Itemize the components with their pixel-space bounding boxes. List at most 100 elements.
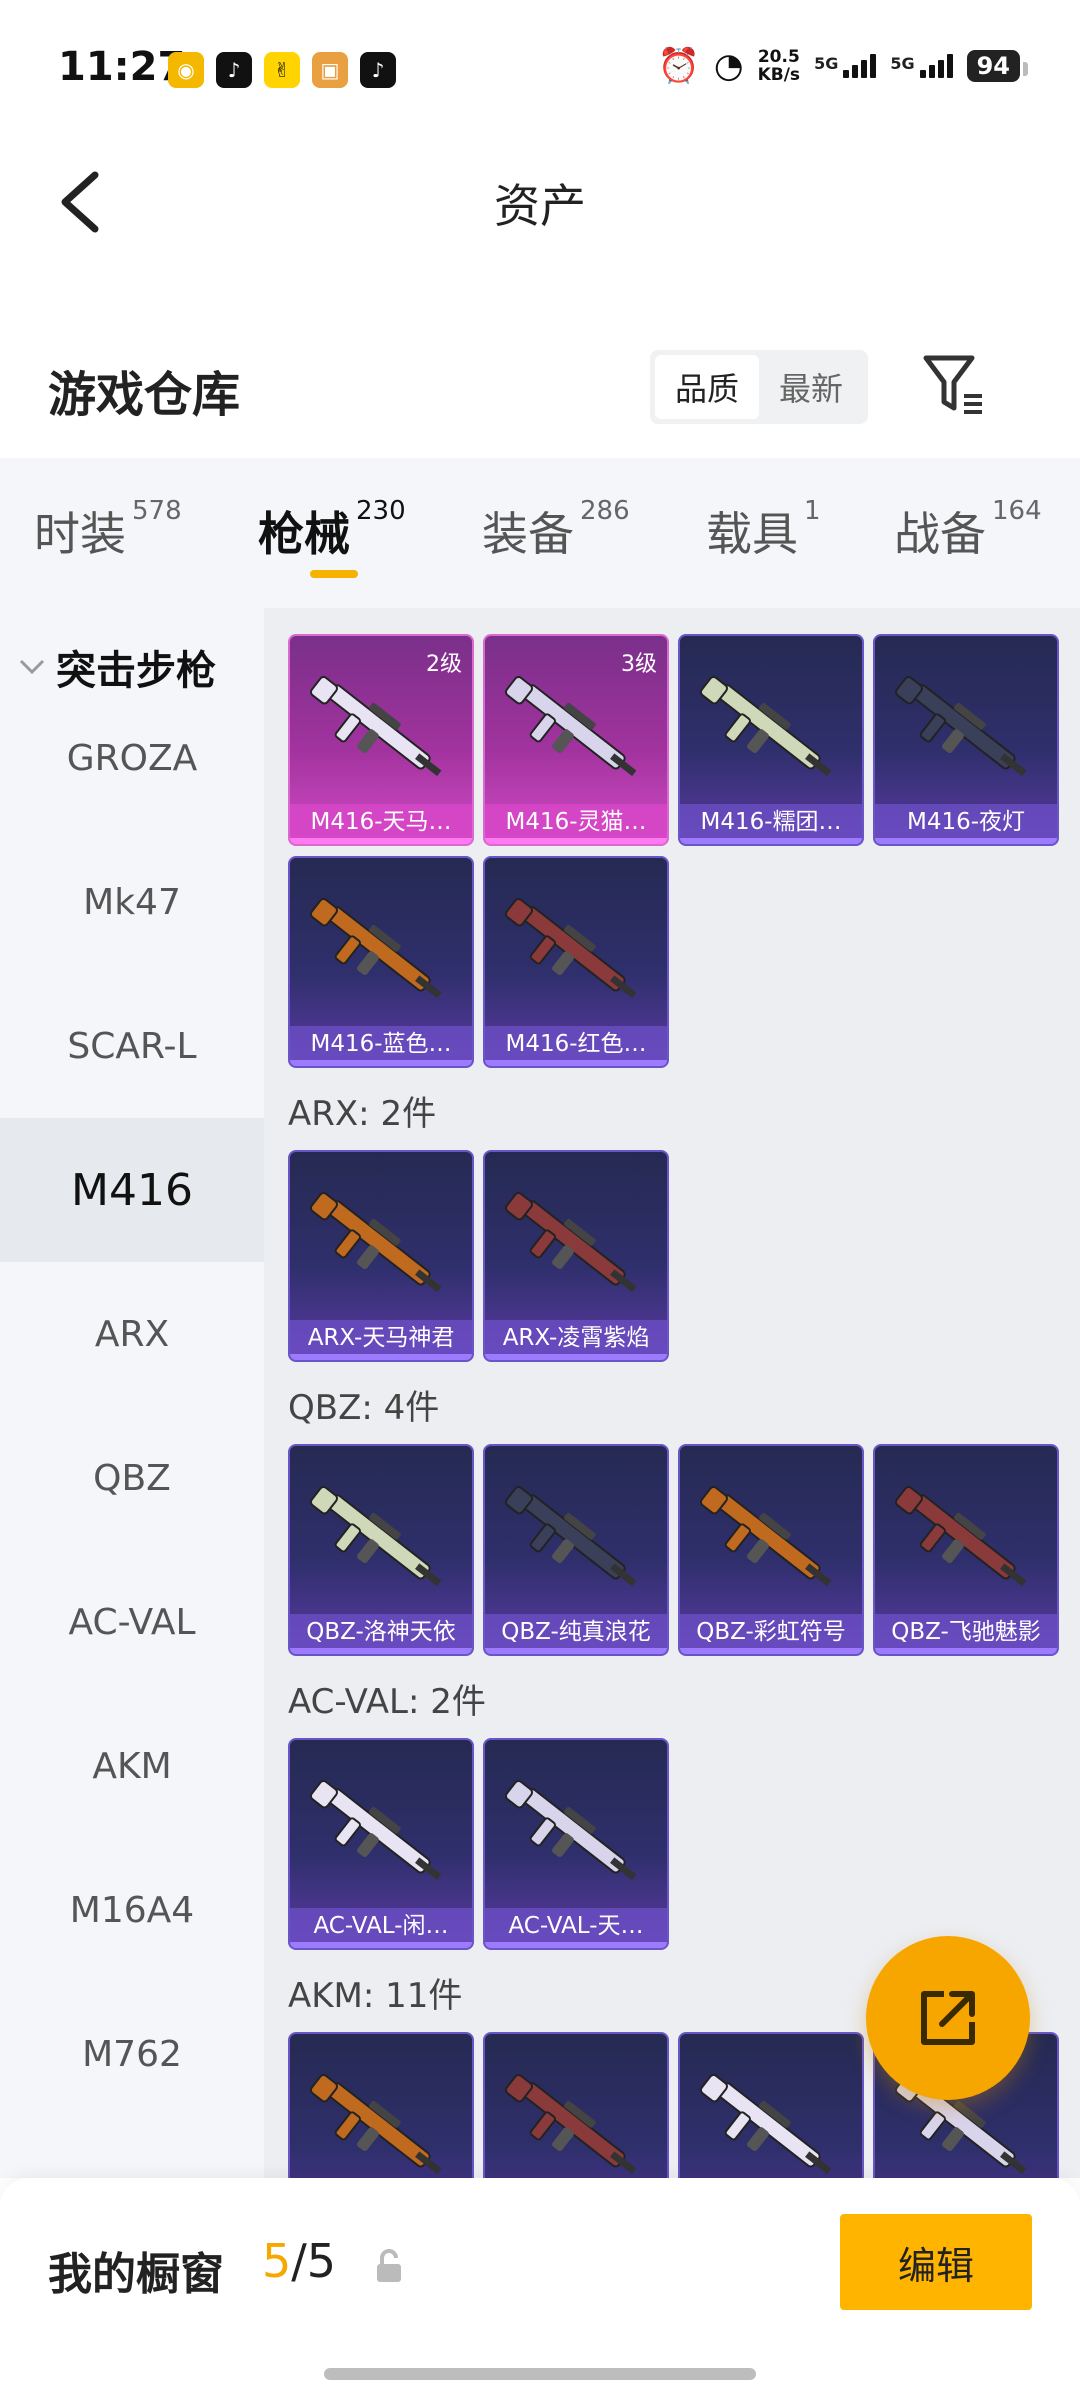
tab-label: 时装 <box>34 507 126 561</box>
net-type-1: 5G <box>814 54 839 73</box>
sidebar-item-arx[interactable]: ARX <box>0 1262 264 1406</box>
status-time: 11:27 <box>58 44 186 90</box>
level-badge: 3级 <box>621 652 657 677</box>
notification-icons: ◉ ♪ ✌ ▣ ♪ <box>168 52 396 88</box>
signal-icon-1: 5G <box>814 54 877 78</box>
speedometer-icon: ◔ <box>713 46 744 86</box>
weapon-skin-image <box>504 1192 637 1293</box>
rarity-line <box>290 838 472 844</box>
sidebar-item-qbz[interactable]: QBZ <box>0 1406 264 1550</box>
weapon-name: QBZ-纯真浪花 <box>501 1619 651 1645</box>
tab-count: 230 <box>356 496 406 526</box>
rarity-line <box>290 1060 472 1066</box>
weapon-card[interactable]: QBZ-洛神天依 <box>288 1444 474 1656</box>
sidebar-item-m762[interactable]: M762 <box>0 1982 264 2126</box>
sort-quality-button[interactable]: 品质 <box>655 355 759 419</box>
sort-newest-button[interactable]: 最新 <box>759 355 863 419</box>
active-tab-indicator <box>310 570 358 578</box>
sidebar-item-ac-val[interactable]: AC-VAL <box>0 1550 264 1694</box>
warehouse-title: 游戏仓库 <box>48 367 241 423</box>
signal-icon-2: 5G <box>890 54 953 78</box>
tab-count: 164 <box>992 496 1042 526</box>
edit-button[interactable]: 编辑 <box>840 2214 1032 2310</box>
sidebar-item-akm[interactable]: AKM <box>0 1694 264 1838</box>
weapon-card[interactable]: QBZ-飞驰魅影 <box>873 1444 1059 1656</box>
weapon-skin-image <box>699 676 832 777</box>
rabbit-app-icon: ✌ <box>264 52 300 88</box>
section-title: ARX: 2件 <box>288 1094 437 1134</box>
weapon-card[interactable] <box>288 2032 474 2178</box>
sidebar-item-m416[interactable]: M416 <box>0 1118 264 1262</box>
weapon-skin-image <box>699 1486 832 1587</box>
sidebar-item-mk47[interactable]: Mk47 <box>0 830 264 974</box>
weapon-skin-image <box>309 1192 442 1293</box>
weapon-name: M416-天马… <box>310 809 452 835</box>
showcase-count: 5/5 <box>262 2234 336 2288</box>
weapon-card[interactable]: AC-VAL-闲… <box>288 1738 474 1950</box>
weapon-card[interactable]: ARX-凌霄紫焰 <box>483 1150 669 1362</box>
net-type-2: 5G <box>890 54 915 73</box>
showcase-total: 5 <box>306 2234 337 2288</box>
weapon-skin-image <box>894 676 1027 777</box>
tab-fashion[interactable]: 时装 578 <box>34 496 182 564</box>
speed-unit: KB/s <box>757 65 801 85</box>
rarity-line <box>875 838 1057 844</box>
sort-toggle: 品质 最新 <box>650 350 868 424</box>
tab-count: 1 <box>804 496 821 526</box>
weapon-skin-image <box>504 676 637 777</box>
speed-value: 20.5 <box>757 47 800 67</box>
weapon-card[interactable]: 2级 M416-天马… <box>288 634 474 846</box>
weapon-card[interactable]: M416-糯团… <box>678 634 864 846</box>
tab-equipment[interactable]: 装备 286 <box>482 496 630 564</box>
weapon-card[interactable]: AC-VAL-天… <box>483 1738 669 1950</box>
weapon-card[interactable]: QBZ-彩虹符号 <box>678 1444 864 1656</box>
share-button[interactable] <box>866 1936 1030 2100</box>
rarity-line <box>485 1354 667 1360</box>
game-app-icon: ▣ <box>312 52 348 88</box>
sidebar-item-groza[interactable]: GROZA <box>0 686 264 830</box>
weapon-card[interactable]: ARX-天马神君 <box>288 1150 474 1362</box>
weapon-card[interactable]: M416-蓝色… <box>288 856 474 1068</box>
weapon-card[interactable]: M416-夜灯 <box>873 634 1059 846</box>
rarity-line <box>485 1060 667 1066</box>
weapon-card[interactable]: 3级 M416-灵猫… <box>483 634 669 846</box>
tiktok-icon-2: ♪ <box>360 52 396 88</box>
section-title: QBZ: 4件 <box>288 1388 440 1428</box>
lock-icon <box>374 2248 404 2284</box>
weapon-name: M416-夜灯 <box>906 809 1026 835</box>
weapon-skin-image <box>504 898 637 999</box>
battery-icon: 94 <box>966 50 1029 82</box>
tab-combat-gear[interactable]: 战备 164 <box>894 496 1042 564</box>
network-speed: 20.5 KB/s <box>758 48 800 84</box>
alarm-icon: ⏰ <box>657 46 700 86</box>
weapon-skin-image <box>309 676 442 777</box>
sidebar-item-scar-l[interactable]: SCAR-L <box>0 974 264 1118</box>
showcase-bar: 我的橱窗 5/5 编辑 <box>0 2178 1080 2400</box>
weapon-card[interactable] <box>678 2032 864 2178</box>
weapon-card[interactable] <box>483 2032 669 2178</box>
weapon-skin-image <box>504 2074 637 2175</box>
level-badge: 2级 <box>426 652 462 677</box>
sidebar-item-m16a4[interactable]: M16A4 <box>0 1838 264 1982</box>
rarity-line <box>290 1942 472 1948</box>
status-bar: 11:27 ◉ ♪ ✌ ▣ ♪ ⏰ ◔ 20.5 KB/s 5G 5G 94 <box>0 0 1080 140</box>
weapon-name: QBZ-飞驰魅影 <box>891 1619 1041 1645</box>
showcase-label: 我的橱窗 <box>48 2249 224 2300</box>
tab-label: 装备 <box>482 507 574 561</box>
weapon-skin-image <box>309 1780 442 1881</box>
filter-icon[interactable] <box>920 350 990 420</box>
tab-firearms[interactable]: 枪械 230 <box>258 496 406 564</box>
weapon-name: QBZ-洛神天依 <box>306 1619 456 1645</box>
rarity-line <box>680 838 862 844</box>
weapon-skin-image <box>309 2074 442 2175</box>
weapon-card[interactable]: QBZ-纯真浪花 <box>483 1444 669 1656</box>
weapon-skin-image <box>699 2074 832 2175</box>
weapon-type-sidebar: 突击步枪 GROZA Mk47 SCAR-L M416 ARX QBZ AC-VAL AKM M… <box>0 608 264 2178</box>
weapon-card[interactable]: M416-红色… <box>483 856 669 1068</box>
rarity-line <box>485 1942 667 1948</box>
category-tabs: 时装 578 枪械 230 装备 286 载具 1 战备 164 <box>0 458 1080 608</box>
tab-vehicles[interactable]: 载具 1 <box>706 496 821 564</box>
status-right: ⏰ ◔ 20.5 KB/s 5G 5G 94 <box>657 46 1029 86</box>
weapon-skin-image <box>309 1486 442 1587</box>
section-title: AC-VAL: 2件 <box>288 1682 486 1722</box>
